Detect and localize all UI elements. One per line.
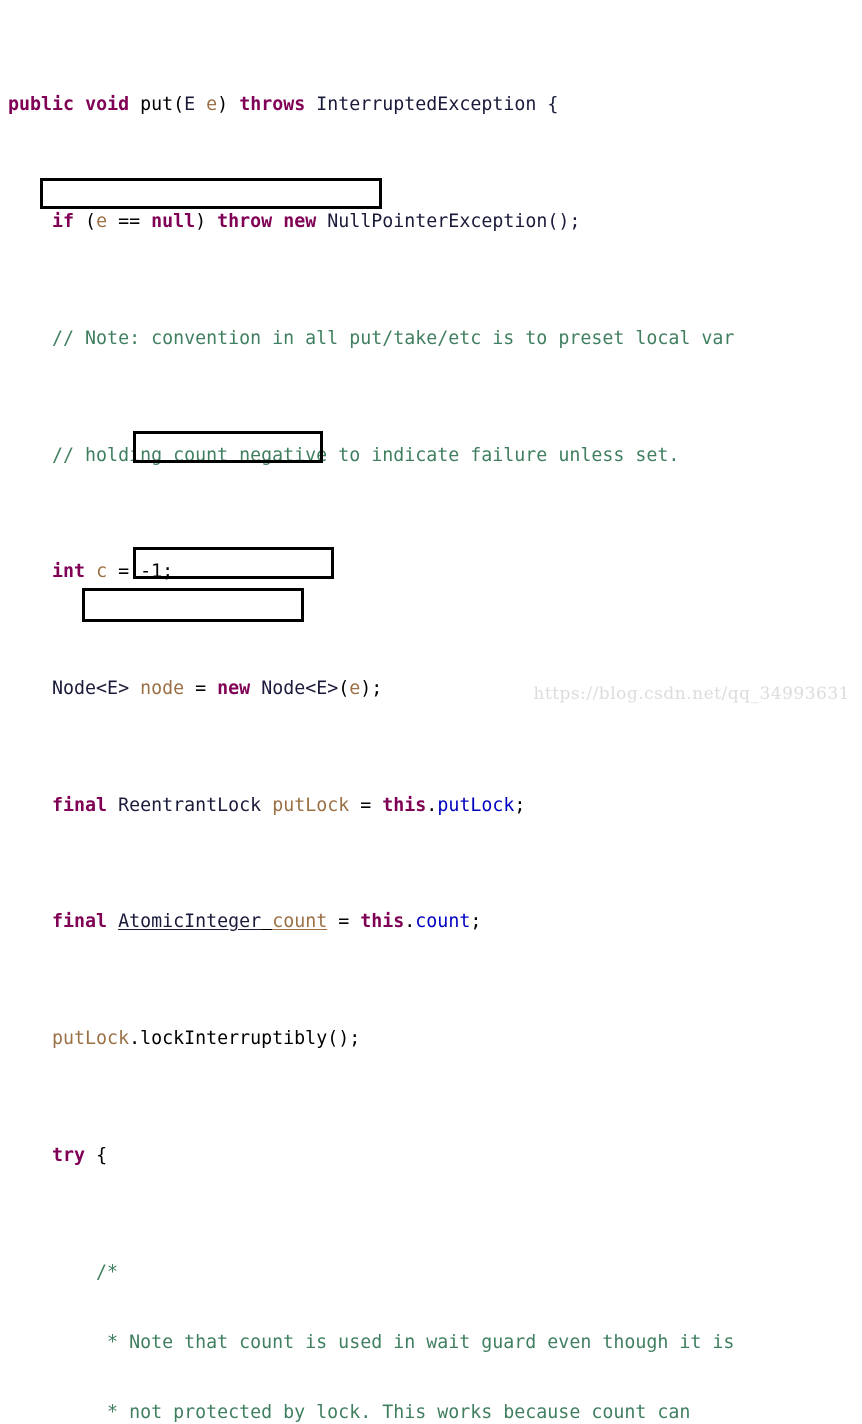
token-type: Node<E>: [261, 677, 339, 699]
token-variable: e: [349, 677, 361, 699]
token-keyword: public: [8, 94, 75, 116]
token-method: lockInterruptibly: [140, 1028, 328, 1050]
token-type: Node<E>: [52, 677, 130, 699]
token-text: ();: [327, 1028, 361, 1050]
code-line[interactable]: * not protected by lock. This works beca…: [0, 1401, 862, 1424]
token-type: ReentrantLock: [118, 794, 262, 816]
code-line[interactable]: putLock.lockInterruptibly();: [0, 1027, 862, 1050]
token-text: {: [85, 1144, 108, 1166]
code-line[interactable]: /*: [0, 1261, 862, 1284]
token-keyword: new: [217, 677, 251, 699]
code-line[interactable]: public void put(E e) throws InterruptedE…: [0, 93, 862, 116]
token-text: = -1;: [107, 561, 174, 583]
token-variable: e: [206, 94, 218, 116]
token-keyword-this: this: [360, 911, 405, 933]
token-dot: .: [129, 1028, 141, 1050]
token-type: NullPointerException();: [316, 211, 581, 233]
token-text: (: [74, 211, 97, 233]
token-type: AtomicInteger: [118, 911, 262, 933]
token-variable: node: [140, 677, 185, 699]
token-field: count: [415, 911, 471, 933]
token-variable: e: [96, 211, 108, 233]
code-line[interactable]: try {: [0, 1144, 862, 1167]
code-line[interactable]: if (e == null) throw new NullPointerExce…: [0, 210, 862, 233]
token-variable: c: [96, 561, 108, 583]
token-keyword-this: this: [382, 794, 427, 816]
token-comment: // holding count negative to indicate fa…: [52, 444, 680, 466]
token-keyword: throw: [217, 211, 273, 233]
code-content[interactable]: public void put(E e) throws InterruptedE…: [0, 0, 862, 1424]
token-keyword: int: [52, 561, 86, 583]
token-type: E: [184, 94, 196, 116]
token-text: ): [217, 94, 240, 116]
code-line[interactable]: // Note: convention in all put/take/etc …: [0, 327, 862, 350]
token-text: ;: [470, 911, 482, 933]
token-keyword: new: [283, 211, 317, 233]
token-text: ): [195, 211, 218, 233]
token-keyword: null: [151, 211, 196, 233]
token-variable: putLock: [52, 1028, 130, 1050]
token-variable: putLock: [272, 794, 350, 816]
code-line[interactable]: * Note that count is used in wait guard …: [0, 1331, 862, 1354]
watermark-text: https://blog.csdn.net/qq_34993631: [533, 684, 850, 704]
code-line[interactable]: final ReentrantLock putLock = this.putLo…: [0, 794, 862, 817]
token-dot: .: [404, 911, 416, 933]
token-text: (: [338, 677, 350, 699]
token-comment: /*: [8, 1261, 119, 1283]
code-editor[interactable]: public void put(E e) throws InterruptedE…: [0, 0, 862, 1423]
token-text: =: [349, 794, 383, 816]
token-keyword: final: [52, 794, 108, 816]
token-keyword: throws: [239, 94, 306, 116]
token-variable: count: [272, 911, 328, 933]
token-comment: * Note that count is used in wait guard …: [8, 1331, 735, 1353]
code-line[interactable]: // holding count negative to indicate fa…: [0, 444, 862, 467]
token-field: putLock: [437, 794, 515, 816]
token-text: put(: [129, 94, 185, 116]
code-line[interactable]: final AtomicInteger count = this.count;: [0, 910, 862, 933]
code-line[interactable]: int c = -1;: [0, 560, 862, 583]
token-keyword: final: [52, 911, 108, 933]
token-keyword: try: [52, 1144, 86, 1166]
token-comment: // Note: convention in all put/take/etc …: [52, 327, 735, 349]
token-dot: .: [426, 794, 438, 816]
token-text: =: [184, 677, 218, 699]
token-comment: * not protected by lock. This works beca…: [8, 1401, 691, 1423]
token-keyword: void: [85, 94, 130, 116]
token-keyword: if: [52, 211, 75, 233]
token-text: ==: [107, 211, 152, 233]
token-type: InterruptedException {: [305, 94, 559, 116]
token-text: ;: [514, 794, 526, 816]
token-text: =: [327, 911, 361, 933]
token-text: );: [360, 677, 383, 699]
